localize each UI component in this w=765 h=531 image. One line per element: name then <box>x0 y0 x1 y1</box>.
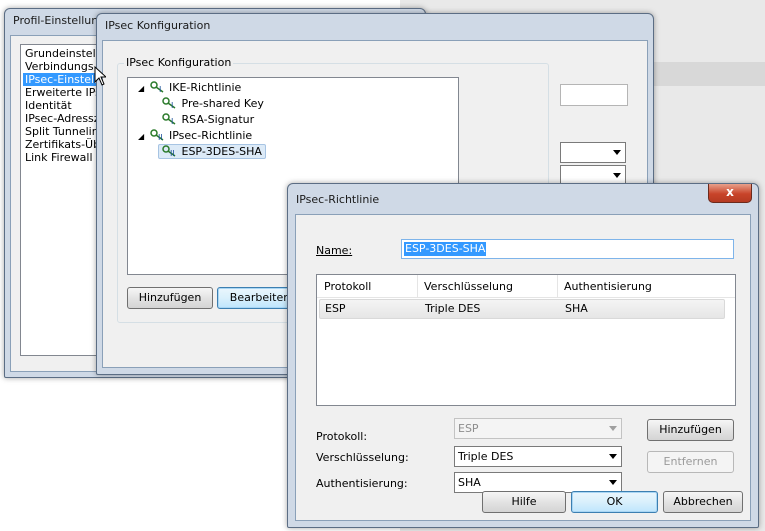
collapse-icon[interactable]: ◢ <box>138 84 146 93</box>
chevron-down-icon <box>609 454 617 459</box>
svg-text:I: I <box>159 85 161 93</box>
protocol-select-value: ESP <box>458 422 479 435</box>
background-input <box>560 84 628 106</box>
auth-label: Authentisierung: <box>316 477 408 490</box>
window-title: IPsec Konfiguration <box>105 19 211 32</box>
dialog-title: IPsec-Richtlinie <box>296 193 380 206</box>
name-input[interactable]: ESP-3DES-SHA <box>401 239 734 259</box>
key-icon: I <box>162 113 178 126</box>
key-icon: I <box>149 81 166 94</box>
protocol-select[interactable]: ESP <box>454 418 622 439</box>
tree-node-psk[interactable]: I Pre-shared Key <box>162 97 264 110</box>
tree-node-label: IKE-Richtlinie <box>169 81 242 94</box>
key-icon: I <box>162 97 178 110</box>
name-label: Name: <box>316 244 353 257</box>
tree-node-label: ESP-3DES-SHA <box>181 145 262 158</box>
column-divider <box>557 275 558 297</box>
svg-text:II: II <box>158 133 163 141</box>
protocol-label: Protokoll: <box>316 430 368 443</box>
cell-encryption: Triple DES <box>425 302 481 315</box>
mouse-cursor-icon <box>94 66 106 86</box>
tree-node-label: IPsec-Richtlinie <box>169 129 253 142</box>
svg-text:I: I <box>171 117 173 125</box>
chevron-down-icon <box>609 480 617 485</box>
ok-button[interactable]: OK <box>571 491 658 513</box>
tree-node-esp-3des-sha[interactable]: II ESP-3DES-SHA <box>158 144 266 159</box>
tree-node-ipsec[interactable]: ◢ II IPsec-Richtlinie <box>138 129 252 142</box>
chevron-down-icon <box>609 426 617 431</box>
remove-algorithm-button[interactable]: Entfernen <box>647 451 734 473</box>
ipsec-policy-dialog: IPsec-Richtlinie x Name: ESP-3DES-SHA Pr… <box>287 183 759 528</box>
group-label: IPsec Konfiguration <box>124 56 234 69</box>
column-divider <box>417 275 418 297</box>
cancel-button[interactable]: Abbrechen <box>663 491 743 513</box>
auth-select-value: SHA <box>458 476 481 489</box>
background-dropdown <box>560 142 626 163</box>
cell-protocol: ESP <box>325 302 346 315</box>
table-row[interactable]: ESP Triple DES SHA <box>319 299 725 319</box>
chevron-down-icon <box>613 150 621 155</box>
svg-text:II: II <box>170 149 175 157</box>
key-icon: II <box>162 145 178 158</box>
chevron-down-icon <box>613 173 621 178</box>
add-algorithm-button[interactable]: Hinzufügen <box>647 419 734 441</box>
svg-text:I: I <box>171 101 173 109</box>
dialog-client: Name: ESP-3DES-SHA Protokoll Verschlüsse… <box>295 214 751 521</box>
auth-select[interactable]: SHA <box>454 472 622 493</box>
tree-node-rsa[interactable]: I RSA-Signatur <box>162 113 254 126</box>
key-icon: II <box>149 129 166 142</box>
add-button[interactable]: Hinzufügen <box>127 287 213 309</box>
encryption-select-value: Triple DES <box>458 450 514 463</box>
table-header: Protokoll Verschlüsselung Authentisierun… <box>317 275 735 298</box>
column-header-protocol[interactable]: Protokoll <box>324 280 371 293</box>
column-header-encryption[interactable]: Verschlüsselung <box>424 280 513 293</box>
algorithm-table[interactable]: Protokoll Verschlüsselung Authentisierun… <box>316 274 736 406</box>
tree-node-label: Pre-shared Key <box>181 97 264 110</box>
encryption-select[interactable]: Triple DES <box>454 446 622 467</box>
background-bar <box>640 62 765 86</box>
tree-node-ike[interactable]: ◢ I IKE-Richtlinie <box>138 81 241 94</box>
collapse-icon[interactable]: ◢ <box>138 132 146 141</box>
help-button[interactable]: Hilfe <box>482 491 566 513</box>
encryption-label: Verschlüsselung: <box>316 451 409 464</box>
column-header-auth[interactable]: Authentisierung <box>564 280 652 293</box>
cell-auth: SHA <box>565 302 588 315</box>
close-button[interactable]: x <box>708 184 752 203</box>
name-input-value: ESP-3DES-SHA <box>404 242 487 256</box>
tree-node-label: RSA-Signatur <box>181 113 255 126</box>
